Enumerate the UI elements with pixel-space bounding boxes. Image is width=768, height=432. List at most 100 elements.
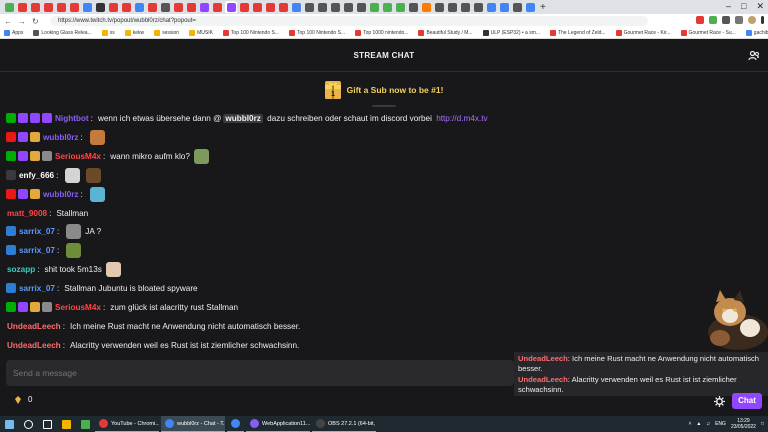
maximize-button[interactable]: □ [741,1,746,12]
address-bar[interactable]: https://www.twitch.tv/popout/wubbl0rz/ch… [50,16,648,26]
tab-favicon[interactable] [70,2,79,12]
bookmark-item[interactable]: Looking Glass Relea... [33,30,92,36]
tab-favicon[interactable] [200,2,209,12]
chat-username[interactable]: SeriousM4x [55,152,101,161]
bookmark-item[interactable]: gachibass gif - Goo... [745,30,768,36]
user-badge-icon[interactable] [6,189,16,199]
tab-favicon[interactable] [318,2,327,12]
chat-username[interactable]: sarrix_07 [19,246,55,255]
tab-favicon[interactable] [292,2,301,12]
taskbar-app[interactable] [227,416,244,432]
tab-favicon[interactable] [5,2,14,12]
tab-favicon[interactable] [213,2,222,12]
tab-favicon[interactable] [487,2,496,12]
chat-username[interactable]: sarrix_07 [19,227,55,236]
tab-favicon[interactable] [370,2,379,12]
chat-username[interactable]: wubbl0rz [43,133,78,142]
mention[interactable]: wubbl0rz [223,113,263,123]
chevron-up-icon[interactable]: ˄ [688,421,691,427]
chat-username[interactable]: SeriousM4x [55,303,101,312]
tab-favicon[interactable] [18,2,27,12]
search-icon[interactable] [24,419,33,429]
user-badge-icon[interactable] [6,226,16,236]
taskbar-app[interactable]: WebApplication11... [246,416,310,432]
network-icon[interactable]: ▲ [696,421,701,427]
tab-favicon[interactable] [240,2,249,12]
user-badge-icon[interactable] [42,151,52,161]
chat-message-input[interactable] [6,360,514,386]
chat-username[interactable]: sarrix_07 [19,284,55,293]
tab-favicon[interactable] [383,2,392,12]
user-badge-icon[interactable] [6,302,16,312]
user-badge-icon[interactable] [30,302,40,312]
user-badge-icon[interactable] [18,302,28,312]
emote-image[interactable] [193,148,209,164]
windows-start-icon[interactable] [5,419,14,429]
chat-username[interactable]: UndeadLeech [7,322,61,331]
bookmark-item[interactable]: The Legend of Zeld... [550,30,606,36]
tab-favicon[interactable] [448,2,457,12]
tab-favicon[interactable] [266,2,275,12]
bookmark-item[interactable]: Beautiful Study / M... [418,30,473,36]
tab-active[interactable] [225,1,237,13]
tab-favicon[interactable] [409,2,418,12]
task-view-icon[interactable] [43,419,52,429]
reload-icon[interactable]: ↻ [32,17,39,26]
bookmark-item[interactable]: Top 1000 nintendo... [355,30,408,36]
file-explorer-icon[interactable] [62,419,71,429]
back-icon[interactable]: ← [4,17,12,26]
chat-username[interactable]: matt_9008 [7,209,47,218]
tab-favicon[interactable] [435,2,444,12]
taskbar-app[interactable]: OBS 27.2.1 (64-bit, ... [312,416,376,432]
tab-favicon[interactable] [148,2,157,12]
close-window-button[interactable]: ✕ [756,1,764,12]
user-badge-icon[interactable] [30,113,40,123]
bookmark-item[interactable]: kekw [124,30,144,36]
user-badge-icon[interactable] [30,151,40,161]
tab-favicon[interactable] [357,2,366,12]
tab-favicon[interactable] [526,2,535,12]
tab-favicon[interactable] [187,2,196,12]
tab-favicon[interactable] [513,2,522,12]
tab-favicon[interactable] [331,2,340,12]
extension-icon[interactable] [696,16,704,24]
emote-image[interactable] [86,167,102,183]
tab-favicon[interactable] [461,2,470,12]
user-badge-icon[interactable] [6,113,16,123]
volume-icon[interactable]: ♫ [706,421,710,427]
tab-favicon[interactable] [96,2,105,12]
tab-favicon[interactable] [174,2,183,12]
tab-favicon[interactable] [109,2,118,12]
channel-points[interactable]: 0 [14,395,32,404]
tab-favicon[interactable] [57,2,66,12]
notification-icon[interactable]: □ [761,421,764,427]
clock[interactable]: 13:29 23/05/2022 [731,418,756,430]
tab-favicon[interactable] [422,2,431,12]
user-badge-icon[interactable] [18,113,28,123]
emote-image[interactable] [89,186,105,202]
emote-image[interactable] [65,167,81,183]
tab-favicon[interactable] [135,2,144,12]
user-badge-icon[interactable] [30,189,40,199]
emote-image[interactable] [89,129,105,145]
tab-favicon[interactable] [279,2,288,12]
tab-favicon[interactable] [305,2,314,12]
tab-favicon[interactable] [396,2,405,12]
emote-image[interactable] [105,261,121,277]
tab-favicon[interactable] [83,2,92,12]
bookmark-item[interactable]: MUSIK [189,30,213,36]
user-badge-icon[interactable] [6,245,16,255]
user-badge-icon[interactable] [42,113,52,123]
chat-username[interactable]: enfy_666 [19,171,54,180]
forward-icon[interactable]: → [18,17,26,26]
chat-username[interactable]: UndeadLeech [7,341,61,350]
bookmark-item[interactable]: Gourmet Race - Kir... [615,30,671,36]
user-badge-icon[interactable] [6,151,16,161]
tab-favicon[interactable] [31,2,40,12]
puzzle-icon[interactable] [735,16,743,24]
bookmark-item[interactable]: Top 100 Nintendo S... [222,30,279,36]
chat-username[interactable]: sozapp [7,265,35,274]
chat-username[interactable]: Nightbot [55,114,89,123]
user-badge-icon[interactable] [42,302,52,312]
bookmark-item[interactable]: ss [101,30,115,36]
